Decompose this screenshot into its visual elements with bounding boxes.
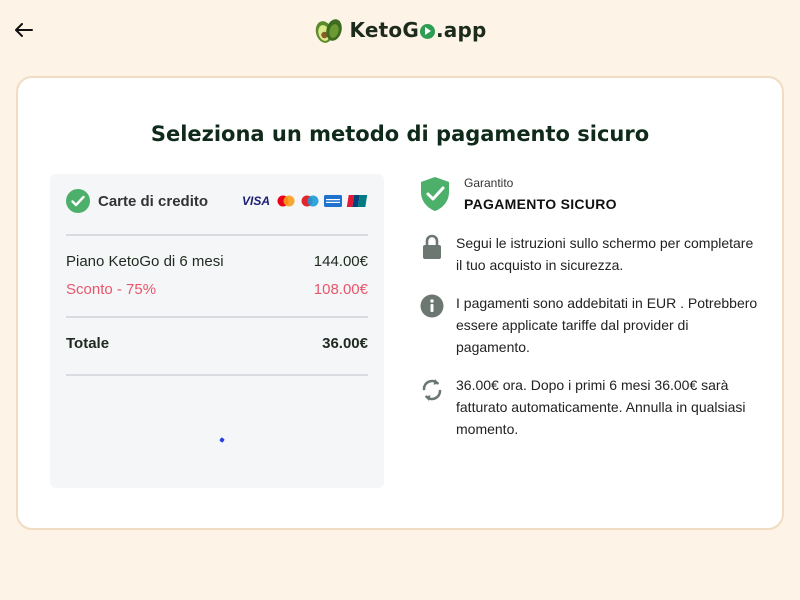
discount-label: Sconto - 75% <box>66 281 157 298</box>
plan-line: Piano KetoGo di 6 mesi 144.00€ <box>66 253 368 270</box>
play-mark-icon <box>419 23 435 39</box>
loading-spinner <box>219 437 225 443</box>
shield-check-icon <box>418 176 452 212</box>
discount-price: 108.00€ <box>313 281 368 298</box>
lock-icon <box>418 232 446 260</box>
info-icon <box>418 292 446 320</box>
info-item-currency: I pagamenti sono addebitati in EUR . Pot… <box>418 292 758 358</box>
total-line: Totale 36.00€ <box>66 335 368 352</box>
maestro-icon <box>301 195 319 207</box>
info-item-renewal: 36.00€ ora. Dopo i primi 6 mesi 36.00€ s… <box>418 374 758 440</box>
divider <box>66 374 368 376</box>
logo-text: KetoG .app <box>350 18 487 42</box>
plan-label: Piano KetoGo di 6 mesi <box>66 253 224 270</box>
total-price: 36.00€ <box>322 335 368 352</box>
mastercard-icon <box>277 195 295 207</box>
payment-method-credit-card[interactable]: Carte di credito VISA <box>66 188 368 214</box>
payment-panel: Carte di credito VISA Piano KetoGo di 6 … <box>50 174 384 488</box>
info-item-lock: Segui le istruzioni sullo schermo per co… <box>418 232 758 276</box>
discount-line: Sconto - 75% 108.00€ <box>66 281 368 298</box>
checkout-card: Seleziona un metodo di pagamento sicuro … <box>16 76 784 530</box>
divider <box>66 234 368 236</box>
logo[interactable]: KetoG .app <box>0 16 800 44</box>
card-brands: VISA <box>241 194 368 208</box>
american-express-icon <box>324 195 342 207</box>
logo-prefix: KetoG <box>349 18 419 42</box>
secure-payment-badge: Garantito PAGAMENTO SICURO <box>418 176 758 212</box>
refresh-icon <box>418 374 446 402</box>
avocado-icon <box>315 19 342 43</box>
total-label: Totale <box>66 335 110 352</box>
info-text-lock: Segui le istruzioni sullo schermo per co… <box>456 235 754 273</box>
unionpay-icon <box>346 195 368 207</box>
divider <box>66 316 368 318</box>
plan-price: 144.00€ <box>313 253 368 270</box>
info-column: Garantito PAGAMENTO SICURO Segui le istr… <box>418 176 758 456</box>
check-circle-icon <box>66 189 90 213</box>
logo-suffix: .app <box>435 18 487 42</box>
visa-icon: VISA <box>241 194 270 208</box>
page-title: Seleziona un metodo di pagamento sicuro <box>150 122 650 146</box>
info-text-renewal: 36.00€ ora. Dopo i primi 6 mesi 36.00€ s… <box>456 377 746 437</box>
secure-small-text: Garantito <box>464 176 514 190</box>
secure-title: PAGAMENTO SICURO <box>464 196 617 212</box>
payment-method-label: Carte di credito <box>98 192 209 210</box>
info-text-currency: I pagamenti sono addebitati in EUR . Pot… <box>456 295 758 355</box>
